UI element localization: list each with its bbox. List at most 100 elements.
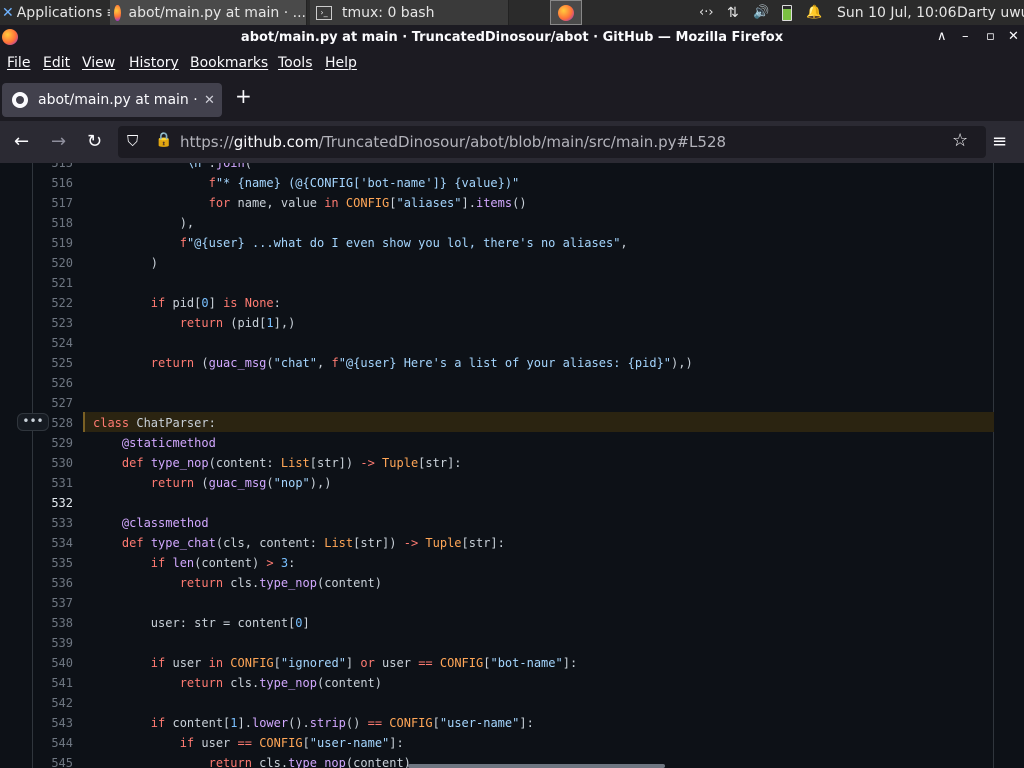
line-number[interactable]: 541 [34,673,73,693]
menu-edit[interactable]: Edit [43,55,70,71]
line-number[interactable]: 535 [34,553,73,573]
line-number[interactable]: 529 [34,433,73,453]
line-number[interactable]: 518 [34,213,73,233]
menu-history[interactable]: History [129,55,179,71]
code-line: 527 [0,393,1024,413]
code-line: 544 if user == CONFIG["user-name"]: [0,733,1024,753]
tab-close-icon[interactable]: ✕ [204,93,215,108]
applications-label: Applications [16,4,103,21]
clock[interactable]: Sun 10 Jul, 10:06 [837,0,957,25]
code-text: if pid[0] is None: [150,296,281,310]
code-line: 534 def type_chat(cls, content: List[str… [0,533,1024,553]
code-text: class ChatParser: [93,416,216,430]
network-icon[interactable]: ‹·› [699,0,714,25]
close-icon[interactable]: ✕ [1008,29,1019,44]
taskbar-firefox-launcher[interactable] [550,0,582,25]
line-number[interactable]: 517 [34,193,73,213]
line-number[interactable]: 531 [34,473,73,493]
volume-icon[interactable]: 🔊 [753,0,769,25]
line-number[interactable]: 538 [34,613,73,633]
new-tab-button[interactable]: + [235,84,252,108]
code-line: 523 return (pid[1],) [0,313,1024,333]
code-line: 537 [0,593,1024,613]
menu-tools[interactable]: Tools [278,55,313,71]
bookmark-star-icon[interactable]: ☆ [952,130,968,151]
lock-icon[interactable]: 🔒 [155,132,172,148]
code-line: 532 [0,493,1024,513]
code-line: 524 [0,333,1024,353]
code-line: 515 "\n".join( [0,163,1024,173]
menu-bookmarks[interactable]: Bookmarks [190,55,268,71]
line-number[interactable]: 530 [34,453,73,473]
code-line: 541 return cls.type_nop(content) [0,673,1024,693]
line-number[interactable]: 540 [34,653,73,673]
line-number[interactable]: 522 [34,293,73,313]
line-number[interactable]: 526 [34,373,73,393]
back-icon[interactable]: ← [14,131,29,152]
code-text: for name, value in CONFIG["aliases"].ite… [208,196,527,210]
code-line: 526 [0,373,1024,393]
code-line: 522 if pid[0] is None: [0,293,1024,313]
line-number[interactable]: 515 [34,163,73,173]
code-line: 533 @classmethod [0,513,1024,533]
line-number[interactable]: 527 [34,393,73,413]
line-number[interactable]: 539 [34,633,73,653]
line-number[interactable]: 533 [34,513,73,533]
line-number[interactable]: 532 [34,493,73,513]
line-number[interactable]: 519 [34,233,73,253]
line-number[interactable]: 528 [34,413,73,433]
line-number[interactable]: 542 [34,693,73,713]
user-menu[interactable]: Darty uwu [957,0,1024,25]
line-number[interactable]: 516 [34,173,73,193]
line-number[interactable]: 536 [34,573,73,593]
taskbar-window-terminal[interactable]: ›_ tmux: 0 bash [310,0,509,25]
applications-menu-button[interactable]: ✕ Applications ≡ [2,0,110,25]
tab-active[interactable]: abot/main.py at main · Tr ✕ [2,83,222,117]
line-number[interactable]: 544 [34,733,73,753]
github-icon [12,92,28,108]
hamburger-menu-icon[interactable]: ≡ [992,131,1007,152]
line-number[interactable]: 534 [34,533,73,553]
code-text: return cls.type_nop(content) [179,576,383,590]
url-path: /TruncatedDinosour/abot/blob/main/src/ma… [318,133,727,151]
maximize-icon[interactable]: ▫ [986,29,995,44]
code-text: f"@{user} ...what do I even show you lol… [179,236,628,250]
tab-bar: abot/main.py at main · Tr ✕ [0,77,1024,121]
code-line: 539 [0,633,1024,653]
code-text: @staticmethod [121,436,216,450]
line-number[interactable]: 523 [34,313,73,333]
line-number[interactable]: 520 [34,253,73,273]
line-number[interactable]: 537 [34,593,73,613]
shield-icon[interactable]: ⛉ [127,132,138,150]
url-host: github.com [233,133,319,151]
menu-view[interactable]: View [82,55,115,71]
url-text[interactable]: https://github.com/TruncatedDinosour/abo… [180,133,726,151]
code-line: 521 [0,273,1024,293]
menu-file[interactable]: File [7,55,30,71]
code-line: 538 user: str = content[0] [0,613,1024,633]
forward-icon[interactable]: → [51,131,66,152]
line-number[interactable]: 524 [34,333,73,353]
line-number[interactable]: 543 [34,713,73,733]
menu-bar: File Edit View History Bookmarks Tools H… [0,51,1024,77]
code-line: 520 ) [0,253,1024,273]
battery-icon[interactable] [782,0,792,25]
code-text: if user in CONFIG["ignored"] or user == … [150,656,578,670]
reload-icon[interactable]: ↻ [87,131,102,152]
line-number[interactable]: 521 [34,273,73,293]
line-number[interactable]: 525 [34,353,73,373]
menu-help[interactable]: Help [325,55,357,71]
transfer-icon[interactable]: ⇅ [727,0,739,25]
code-line: 542 [0,693,1024,713]
code-text: def type_chat(cls, content: List[str]) -… [121,536,505,550]
code-line: 517 for name, value in CONFIG["aliases"]… [0,193,1024,213]
line-number[interactable]: 545 [34,753,73,768]
minimize-icon[interactable]: – [962,29,969,44]
window-up-icon[interactable]: ∧ [937,29,947,44]
taskbar-window-firefox[interactable]: abot/main.py at main · ... [110,0,307,25]
url-bar[interactable]: ⛉ 🔒 https://github.com/TruncatedDinosour… [118,126,986,158]
code-text: def type_nop(content: List[str]) -> Tupl… [121,456,462,470]
horizontal-scrollbar[interactable] [408,764,665,768]
code-text: return cls.type_nop(content) [179,676,383,690]
notification-bell-icon[interactable]: 🔔 [806,0,822,25]
